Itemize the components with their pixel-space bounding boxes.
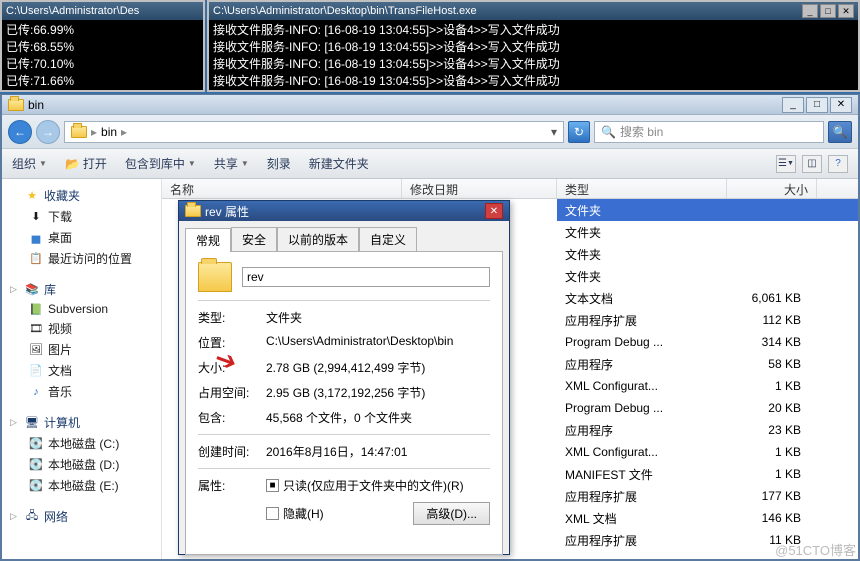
file-row[interactable]: 应用程序23 KB [557,419,858,441]
include-button[interactable]: 包含到库中 ▼ [125,155,196,172]
console-window-1: C:\Users\Administrator\Des 已传:66.99% 已传:… [0,0,205,92]
nav-desktop[interactable]: ▅桌面 [6,227,157,248]
burn-button[interactable]: 刻录 [267,155,291,172]
file-row[interactable]: XML 文档146 KB [557,507,858,529]
console-1-title: C:\Users\Administrator\Des [6,5,139,17]
properties-tabs: 常规 安全 以前的版本 自定义 [179,221,509,251]
prop-type: 文件夹 [266,309,490,326]
file-row[interactable]: 应用程序58 KB [557,353,858,375]
back-button[interactable]: ← [8,120,32,144]
view-button[interactable]: ☰▼ [776,155,796,173]
search-button[interactable]: 🔍 [828,121,852,143]
minimize-button[interactable]: _ [782,97,804,113]
minimize-button[interactable]: _ [802,4,818,18]
col-name[interactable]: 名称 [162,179,402,198]
console-2-titlebar[interactable]: C:\Users\Administrator\Desktop\bin\Trans… [209,2,858,20]
console-1-titlebar[interactable]: C:\Users\Administrator\Des [2,2,203,20]
tab-general[interactable]: 常规 [185,228,231,252]
open-button[interactable]: 📂 打开 [65,155,107,172]
properties-titlebar[interactable]: rev 属性 ✕ [179,201,509,221]
folder-icon [71,126,87,138]
preview-pane-button[interactable]: ◫ [802,155,822,173]
prop-size-on-disk: 2.95 GB (3,172,192,256 字节) [266,384,490,401]
file-row[interactable]: 文件夹 [557,199,858,221]
readonly-checkbox[interactable]: ■只读(仅应用于文件夹中的文件)(R) [266,477,490,494]
address-bar: ← → ▸ bin ▸ ▾ ↻ 🔍搜索 bin 🔍 [2,115,858,149]
nav-libraries[interactable]: ▷📚库 [6,279,157,300]
nav-computer[interactable]: ▷🖥计算机 [6,412,157,433]
share-button[interactable]: 共享 ▼ [214,155,249,172]
maximize-button[interactable]: □ [820,4,836,18]
file-row[interactable]: Program Debug ...20 KB [557,397,858,419]
prop-location: C:\Users\Administrator\Desktop\bin [266,334,490,351]
folder-icon [185,205,201,217]
file-row[interactable]: 应用程序扩展112 KB [557,309,858,331]
console-1-body: 已传:66.99% 已传:68.55% 已传:70.10% 已传:71.66% [2,20,203,92]
col-type[interactable]: 类型 [557,179,727,198]
nav-downloads[interactable]: ⬇下载 [6,206,157,227]
maximize-button[interactable]: □ [806,97,828,113]
console-2-title: C:\Users\Administrator\Desktop\bin\Trans… [213,5,477,17]
console-2-body: 接收文件服务-INFO: [16-08-19 13:04:55]>>设备4>>写… [209,20,858,92]
file-row[interactable]: Program Debug ...314 KB [557,331,858,353]
nav-recent[interactable]: 📋最近访问的位置 [6,248,157,269]
file-row[interactable]: 文件夹 [557,243,858,265]
file-row[interactable]: 文件夹 [557,265,858,287]
nav-network[interactable]: ▷🖧网络 [6,506,157,527]
prop-size: 2.78 GB (2,994,412,499 字节) [266,359,490,376]
close-button[interactable]: ✕ [485,203,503,219]
column-headers[interactable]: 名称 修改日期 类型 大小 [162,179,858,199]
explorer-title: bin [28,98,44,112]
properties-dialog: rev 属性 ✕ 常规 安全 以前的版本 自定义 类型:文件夹 位置:C:\Us… [178,200,510,555]
nav-drive-c[interactable]: 💽本地磁盘 (C:) [6,433,157,454]
refresh-button[interactable]: ↻ [568,121,590,143]
console-window-2: C:\Users\Administrator\Desktop\bin\Trans… [207,0,860,92]
breadcrumb[interactable]: ▸ bin ▸ ▾ [64,121,564,143]
file-list: 文件夹文件夹文件夹文件夹文本文档6,061 KB应用程序扩展112 KBProg… [557,199,858,559]
file-row[interactable]: MANIFEST 文件1 KB [557,463,858,485]
tab-custom[interactable]: 自定义 [359,227,417,251]
file-row[interactable]: XML Configurat...1 KB [557,375,858,397]
prop-created: 2016年8月16日，14:47:01 [266,443,490,460]
file-row[interactable]: 文件夹 [557,221,858,243]
watermark: @51CTO博客 [775,540,856,559]
col-size[interactable]: 大小 [727,179,817,198]
file-row[interactable]: XML Configurat...1 KB [557,441,858,463]
nav-subversion[interactable]: 📗Subversion [6,300,157,318]
file-row[interactable]: 文本文档6,061 KB [557,287,858,309]
tab-security[interactable]: 安全 [231,227,277,251]
navigation-pane: ★收藏夹 ⬇下载 ▅桌面 📋最近访问的位置 ▷📚库 📗Subversion 🎞视… [2,179,162,559]
prop-contains: 45,568 个文件，0 个文件夹 [266,409,490,426]
nav-drive-d[interactable]: 💽本地磁盘 (D:) [6,454,157,475]
folder-name-input[interactable] [242,267,490,287]
explorer-titlebar[interactable]: bin _ □ ✕ [2,95,858,115]
nav-drive-e[interactable]: 💽本地磁盘 (E:) [6,475,157,496]
nav-videos[interactable]: 🎞视频 [6,318,157,339]
search-input[interactable]: 🔍搜索 bin [594,121,824,143]
organize-button[interactable]: 组织 ▼ [12,155,47,172]
folder-icon [8,99,24,111]
help-button[interactable]: ? [828,155,848,173]
new-folder-button[interactable]: 新建文件夹 [309,155,369,172]
breadcrumb-folder[interactable]: bin [101,125,117,139]
col-date[interactable]: 修改日期 [402,179,557,198]
nav-music[interactable]: ♪音乐 [6,381,157,402]
nav-favorites[interactable]: ★收藏夹 [6,185,157,206]
nav-documents[interactable]: 📄文档 [6,360,157,381]
close-button[interactable]: ✕ [838,4,854,18]
command-bar: 组织 ▼ 📂 打开 包含到库中 ▼ 共享 ▼ 刻录 新建文件夹 ☰▼ ◫ ? [2,149,858,179]
advanced-button[interactable]: 高级(D)... [413,502,490,525]
tab-previous-versions[interactable]: 以前的版本 [277,227,359,251]
folder-icon [198,262,232,292]
forward-button[interactable]: → [36,120,60,144]
properties-title: rev 属性 [205,203,249,220]
properties-body: 类型:文件夹 位置:C:\Users\Administrator\Desktop… [185,251,503,555]
file-row[interactable]: 应用程序扩展177 KB [557,485,858,507]
close-button[interactable]: ✕ [830,97,852,113]
nav-pictures[interactable]: 🖼图片 [6,339,157,360]
hidden-checkbox[interactable]: 隐藏(H) [266,505,324,522]
